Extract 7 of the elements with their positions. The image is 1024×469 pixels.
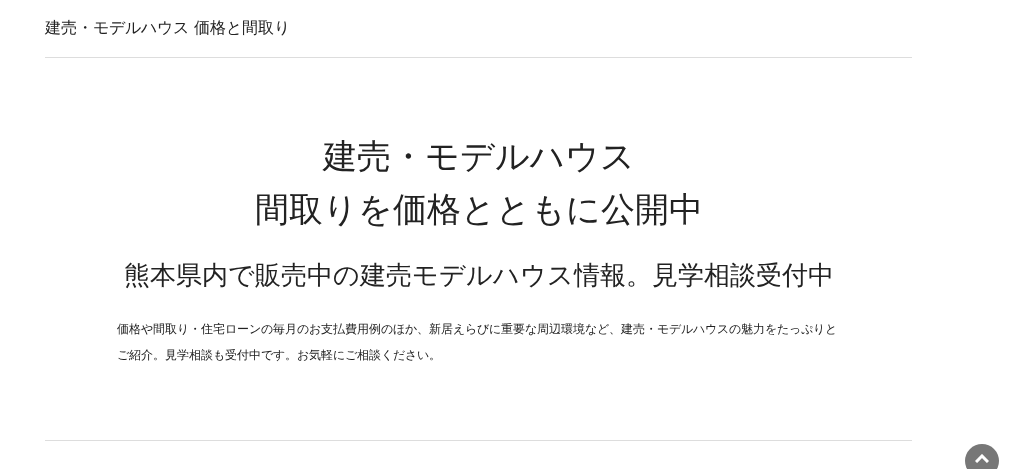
subheading: 熊本県内で販売中の建売モデルハウス情報。見学相談受付中: [123, 259, 834, 292]
scroll-top-button[interactable]: [965, 444, 999, 469]
heading-line: 建売・モデルハウス: [322, 135, 635, 178]
chevron-up-icon: [975, 454, 989, 463]
heading-line: 間取りを価格とともに公開中: [254, 188, 703, 231]
description-paragraph: 価格や間取り・住宅ローンの毎月のお支払費用例のほか、新居えらびに重要な周辺環境など、建売・モデルハウスの魅力をたっぷりとご紹介。見学相談も受付中です。お気軽にご相談ください。: [116, 321, 838, 364]
site-title: 建売・モデルハウス 価格と間取り: [45, 17, 291, 38]
